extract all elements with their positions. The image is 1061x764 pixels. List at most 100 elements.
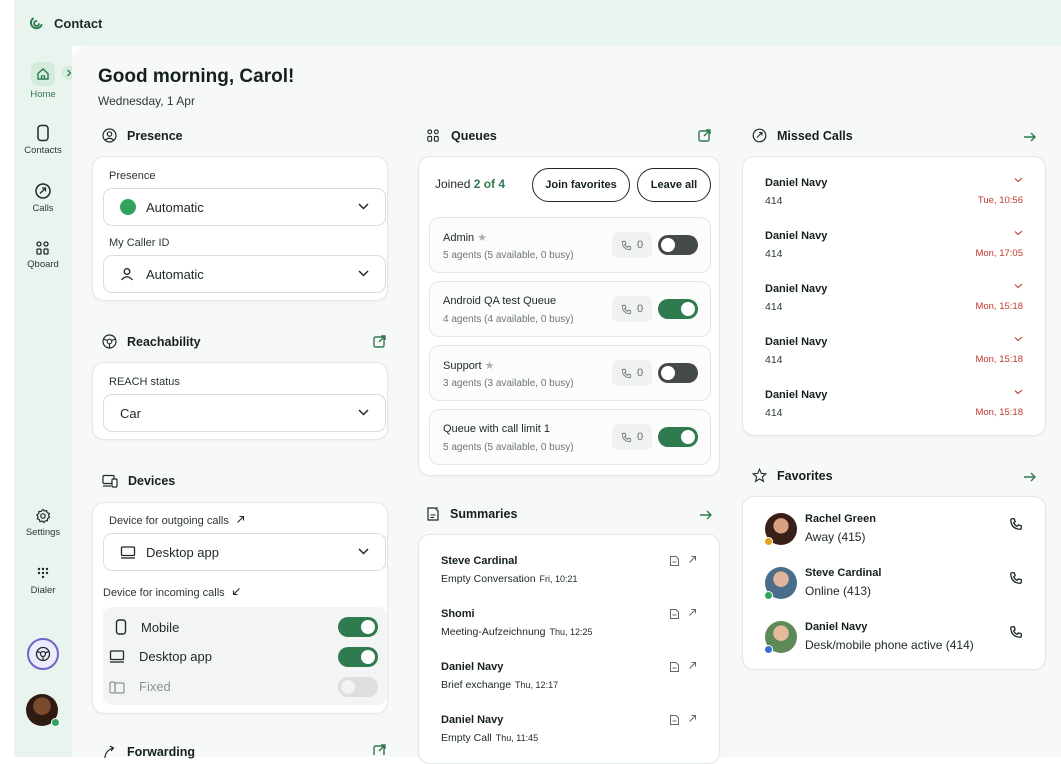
queue-name: Support ★ xyxy=(443,359,494,372)
queues-title-text: Queues xyxy=(451,128,497,143)
star-icon[interactable]: ★ xyxy=(477,232,487,244)
queue-join-toggle[interactable] xyxy=(658,235,698,255)
phone-icon[interactable] xyxy=(1009,571,1023,585)
summary-description: Empty Conversation Fri, 10:21 xyxy=(441,573,578,585)
reachability-status-icon xyxy=(35,646,51,662)
summary-time: Thu, 12:17 xyxy=(515,680,559,690)
availability-status-button[interactable] xyxy=(27,638,59,670)
missed-calls-title-text: Missed Calls xyxy=(777,128,853,143)
reach-status-value: Car xyxy=(120,405,141,421)
missed-call-number: 414 xyxy=(765,195,783,207)
queue-item: Admin ★ 5 agents (5 available, 0 busy) 0 xyxy=(429,217,711,273)
nav-contacts[interactable]: Contacts xyxy=(14,124,72,156)
missed-calls-section-title: Missed Calls xyxy=(752,128,853,143)
outgoing-arrow-icon xyxy=(237,515,244,523)
contact-status-dot xyxy=(764,645,773,654)
outgoing-arrow-icon xyxy=(689,609,696,616)
open-external-icon[interactable] xyxy=(698,129,711,142)
arrow-right-icon[interactable] xyxy=(1023,472,1037,482)
phone-icon[interactable] xyxy=(1009,517,1023,531)
user-status-dot xyxy=(51,718,60,727)
summary-actions xyxy=(669,608,697,620)
queue-agents: 4 agents (4 available, 0 busy) xyxy=(443,314,574,325)
reachability-title-text: Reachability xyxy=(127,334,201,349)
queue-name: Admin ★ xyxy=(443,231,487,244)
queue-call-count-value: 0 xyxy=(636,239,644,251)
queues-section-title: Queues xyxy=(426,128,497,143)
reachability-icon xyxy=(102,334,117,349)
summary-description: Empty Call Thu, 11:45 xyxy=(441,732,538,744)
arrow-right-icon[interactable] xyxy=(1023,132,1037,142)
summary-contact-name: Daniel Navy xyxy=(441,661,504,673)
queue-call-count-value: 0 xyxy=(636,367,644,379)
favorite-status: Desk/mobile phone active (414) xyxy=(805,638,974,652)
queue-call-count-value: 0 xyxy=(636,431,644,443)
presence-label: Presence xyxy=(109,170,156,182)
reach-status-label: REACH status xyxy=(109,376,180,388)
fixed-incoming-toggle[interactable] xyxy=(338,677,378,697)
nav-qboard[interactable]: Qboard xyxy=(14,240,72,270)
caller-id-select[interactable]: Automatic xyxy=(103,255,386,293)
missed-call-time: Mon, 15:18 xyxy=(975,354,1023,365)
presence-select[interactable]: Automatic xyxy=(103,188,386,226)
nav-dialer[interactable]: Dialer xyxy=(14,566,72,596)
outgoing-arrow-icon xyxy=(689,715,696,722)
favorite-name: Daniel Navy xyxy=(805,621,868,633)
user-avatar[interactable] xyxy=(26,694,60,727)
phone-icon xyxy=(621,368,632,378)
incoming-device-label-text: Device for incoming calls xyxy=(103,587,225,599)
nav-qboard-label: Qboard xyxy=(27,259,59,270)
outgoing-device-label: Device for outgoing calls xyxy=(109,515,245,527)
join-favorites-button[interactable]: Join favorites xyxy=(532,168,630,202)
favorite-contact[interactable]: Steve Cardinal Online (413) xyxy=(764,565,1023,605)
star-icon[interactable]: ★ xyxy=(485,360,495,372)
arrow-right-icon[interactable] xyxy=(699,510,713,520)
favorites-title-text: Favorites xyxy=(777,468,833,483)
leave-all-button[interactable]: Leave all xyxy=(637,168,711,202)
summary-actions xyxy=(669,661,697,673)
missed-call-name: Daniel Navy xyxy=(765,230,828,242)
summary-description: Meeting-Aufzeichnung Thu, 12:25 xyxy=(441,626,593,638)
phone-icon[interactable] xyxy=(1009,625,1023,639)
incoming-arrow-icon xyxy=(232,588,240,596)
missed-call-number: 414 xyxy=(765,301,783,313)
missed-call-number: 414 xyxy=(765,248,783,260)
queue-item: Support ★ 3 agents (3 available, 0 busy)… xyxy=(429,345,711,401)
summary-document-icon[interactable] xyxy=(669,661,680,673)
mobile-incoming-toggle[interactable] xyxy=(338,617,378,637)
favorite-contact[interactable]: Daniel Navy Desk/mobile phone active (41… xyxy=(764,619,1023,659)
presence-title-text: Presence xyxy=(127,128,183,143)
main-content: Good morning, Carol! Wednesday, 1 Apr Pr… xyxy=(72,46,1061,764)
favorite-status: Away (415) xyxy=(805,530,866,544)
summary-document-icon[interactable] xyxy=(669,555,680,567)
reach-status-select[interactable]: Car xyxy=(103,394,386,432)
open-external-icon[interactable] xyxy=(373,335,386,348)
nav-calls[interactable]: Calls xyxy=(14,182,72,214)
contact-status-dot xyxy=(764,591,773,600)
incoming-device-desktop: Desktop app xyxy=(109,649,212,664)
joined-prefix: Joined xyxy=(435,177,471,191)
queue-name-text: Support xyxy=(443,360,482,372)
open-external-icon[interactable] xyxy=(373,744,386,755)
summary-actions xyxy=(669,555,697,567)
queue-join-toggle[interactable] xyxy=(658,363,698,383)
queue-name-text: Admin xyxy=(443,232,475,244)
chevron-down-icon xyxy=(358,203,369,210)
desktop-incoming-toggle[interactable] xyxy=(338,647,378,667)
caller-id-value: Automatic xyxy=(146,266,204,282)
favorite-name: Rachel Green xyxy=(805,513,876,525)
summary-document-icon[interactable] xyxy=(669,714,680,726)
nav-settings[interactable]: Settings xyxy=(14,508,72,538)
summaries-section-title: Summaries xyxy=(426,506,517,522)
desk-phone-icon xyxy=(109,680,125,694)
summary-document-icon[interactable] xyxy=(669,608,680,620)
queue-join-toggle[interactable] xyxy=(658,299,698,319)
summary-description: Brief exchange Thu, 12:17 xyxy=(441,679,558,691)
summary-time: Thu, 11:45 xyxy=(495,733,539,743)
missed-call-name: Daniel Navy xyxy=(765,283,828,295)
outgoing-device-select[interactable]: Desktop app xyxy=(103,533,386,571)
queue-join-toggle[interactable] xyxy=(658,427,698,447)
missed-call-name: Daniel Navy xyxy=(765,389,828,401)
favorite-status: Online (413) xyxy=(805,584,872,598)
favorite-contact[interactable]: Rachel Green Away (415) xyxy=(764,511,1023,551)
